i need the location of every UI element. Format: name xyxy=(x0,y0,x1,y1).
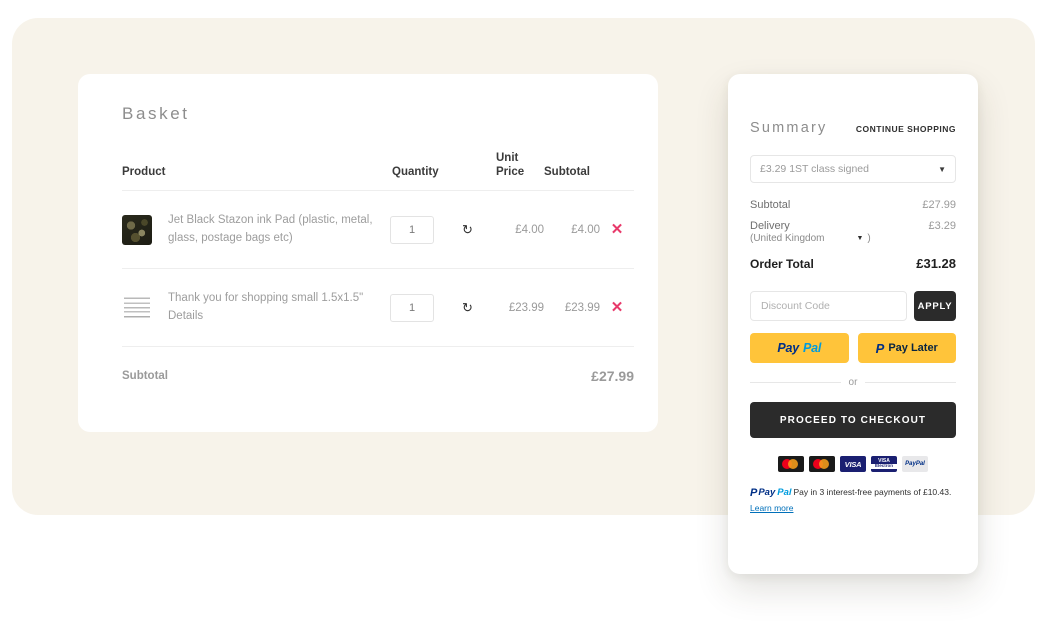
chevron-down-icon: ▼ xyxy=(856,235,864,242)
product-cell: Thank you for shopping small 1.5x1.5" De… xyxy=(122,269,390,347)
mastercard-icon xyxy=(778,456,804,472)
column-header-quantity: Quantity xyxy=(392,165,439,178)
refresh-cell: ↻ xyxy=(462,191,496,269)
quantity-cell xyxy=(390,191,462,269)
column-header-subtotal: Subtotal xyxy=(544,165,590,178)
summary-delivery-label: Delivery xyxy=(750,220,790,232)
product-thumbnail[interactable] xyxy=(122,292,152,323)
pay-in-3-text: Pay in 3 interest-free payments of £10.4… xyxy=(793,487,952,497)
proceed-to-checkout-button[interactable]: PROCEED TO CHECKOUT xyxy=(750,402,956,438)
summary-delivery-block: Delivery £3.29 (United Kingdom ▼ ) xyxy=(750,220,956,244)
refresh-icon[interactable]: ↻ xyxy=(462,301,473,314)
unit-price-line-1: Unit xyxy=(496,152,519,164)
row-subtotal: £23.99 xyxy=(564,301,600,314)
paypal-inline-pay: Pay xyxy=(758,487,776,498)
column-header-spacer xyxy=(462,152,496,191)
discount-code-input[interactable] xyxy=(750,291,907,321)
paypal-icon: P xyxy=(875,340,885,356)
paypal-pay-in-3-notice: PPay Pal Pay in 3 interest-free payments o… xyxy=(750,486,956,514)
paypal-icon: P xyxy=(750,487,758,499)
remove-cell: ✕ xyxy=(600,191,634,269)
summary-header: Summary CONTINUE SHOPPING xyxy=(750,120,956,136)
order-total-label: Order Total xyxy=(750,257,814,271)
continue-shopping-button[interactable]: CONTINUE SHOPPING xyxy=(856,124,956,134)
delivery-country-value: (United Kingdom xyxy=(750,233,825,244)
column-header-unit-price: Unit Price xyxy=(496,152,544,191)
table-row: Jet Black Stazon ink Pad (plastic, metal… xyxy=(122,190,634,269)
screenshot-root: Basket Product Quantity Unit Price Subto… xyxy=(0,0,1055,622)
delivery-country-paren-close: ) xyxy=(867,233,871,244)
basket-subtotal-row: Subtotal £27.99 xyxy=(122,346,634,405)
quantity-cell xyxy=(390,269,462,347)
page-title: Basket xyxy=(122,104,190,123)
delivery-country-select[interactable]: (United Kingdom ▼ ) xyxy=(750,233,956,244)
mastercard-icon xyxy=(809,456,835,472)
or-divider: or xyxy=(750,377,956,388)
summary-subtotal-value: £27.99 xyxy=(922,199,956,211)
divider-line-left xyxy=(750,382,841,383)
column-header-remove xyxy=(600,152,634,191)
paypal-buttons-row: Pay Pal P Pay Later xyxy=(750,333,956,363)
basket-table-header-row: Product Quantity Unit Price Subtotal xyxy=(122,152,634,191)
close-icon[interactable]: ✕ xyxy=(600,222,634,237)
order-total-row: Order Total £31.28 xyxy=(750,256,956,271)
product-cell: Jet Black Stazon ink Pad (plastic, metal… xyxy=(122,191,390,269)
basket-subtotal-label: Subtotal xyxy=(122,346,544,405)
basket-table: Product Quantity Unit Price Subtotal Jet… xyxy=(122,152,634,405)
summary-delivery-row: Delivery £3.29 xyxy=(750,220,956,232)
paypal-pay-later-label: Pay Later xyxy=(888,342,938,354)
unit-price: £23.99 xyxy=(508,301,544,314)
paypal-checkout-button[interactable]: Pay Pal xyxy=(750,333,849,363)
column-header-product: Product xyxy=(122,165,166,178)
visa-electron-sub: Electron xyxy=(871,464,897,469)
product-name: Jet Black Stazon ink Pad (plastic, metal… xyxy=(168,214,373,244)
summary-subtotal-label: Subtotal xyxy=(750,199,791,211)
paypal-pay-later-button[interactable]: P Pay Later xyxy=(857,333,956,363)
quantity-input[interactable] xyxy=(390,293,434,322)
discount-row: APPLY xyxy=(750,291,956,321)
summary-delivery-value: £3.29 xyxy=(928,220,956,232)
order-total-value: £31.28 xyxy=(916,256,956,271)
refresh-cell: ↻ xyxy=(462,269,496,347)
paypal-inline-pal: Pal xyxy=(777,487,792,498)
divider-line-right xyxy=(865,382,956,383)
basket-card: Basket Product Quantity Unit Price Subto… xyxy=(78,74,658,432)
basket-subtotal-value: £27.99 xyxy=(544,346,634,405)
unit-price-line-2: Price xyxy=(496,165,525,178)
close-icon[interactable]: ✕ xyxy=(600,300,634,315)
paypal-logo-pay: Pay xyxy=(777,341,799,355)
summary-subtotal-row: Subtotal £27.99 xyxy=(750,199,956,211)
row-subtotal: £4.00 xyxy=(571,223,600,236)
unit-price: £4.00 xyxy=(515,223,544,236)
remove-cell: ✕ xyxy=(600,269,634,347)
refresh-icon[interactable]: ↻ xyxy=(462,223,473,236)
shipping-method-select[interactable]: £3.29 1ST class signed ▼ xyxy=(750,155,956,183)
summary-card: Summary CONTINUE SHOPPING £3.29 1ST clas… xyxy=(728,74,978,574)
accepted-cards-row: VISA VISA Electron PayPal xyxy=(750,456,956,472)
apply-discount-button[interactable]: APPLY xyxy=(914,291,956,321)
visa-electron-icon: VISA Electron xyxy=(871,456,897,472)
product-thumbnail[interactable] xyxy=(122,214,152,245)
table-row: Thank you for shopping small 1.5x1.5" De… xyxy=(122,268,634,347)
paypal-card-icon: PayPal xyxy=(902,456,928,472)
quantity-input[interactable] xyxy=(390,215,434,244)
chevron-down-icon: ▼ xyxy=(938,164,946,174)
visa-icon: VISA xyxy=(840,456,866,472)
shipping-method-value: £3.29 1ST class signed xyxy=(760,163,869,175)
learn-more-link[interactable]: Learn more xyxy=(750,502,956,514)
summary-title: Summary xyxy=(750,120,828,136)
product-name: Thank you for shopping small 1.5x1.5" De… xyxy=(168,292,364,322)
paypal-logo-pal: Pal xyxy=(802,341,822,355)
or-label: or xyxy=(848,377,858,388)
